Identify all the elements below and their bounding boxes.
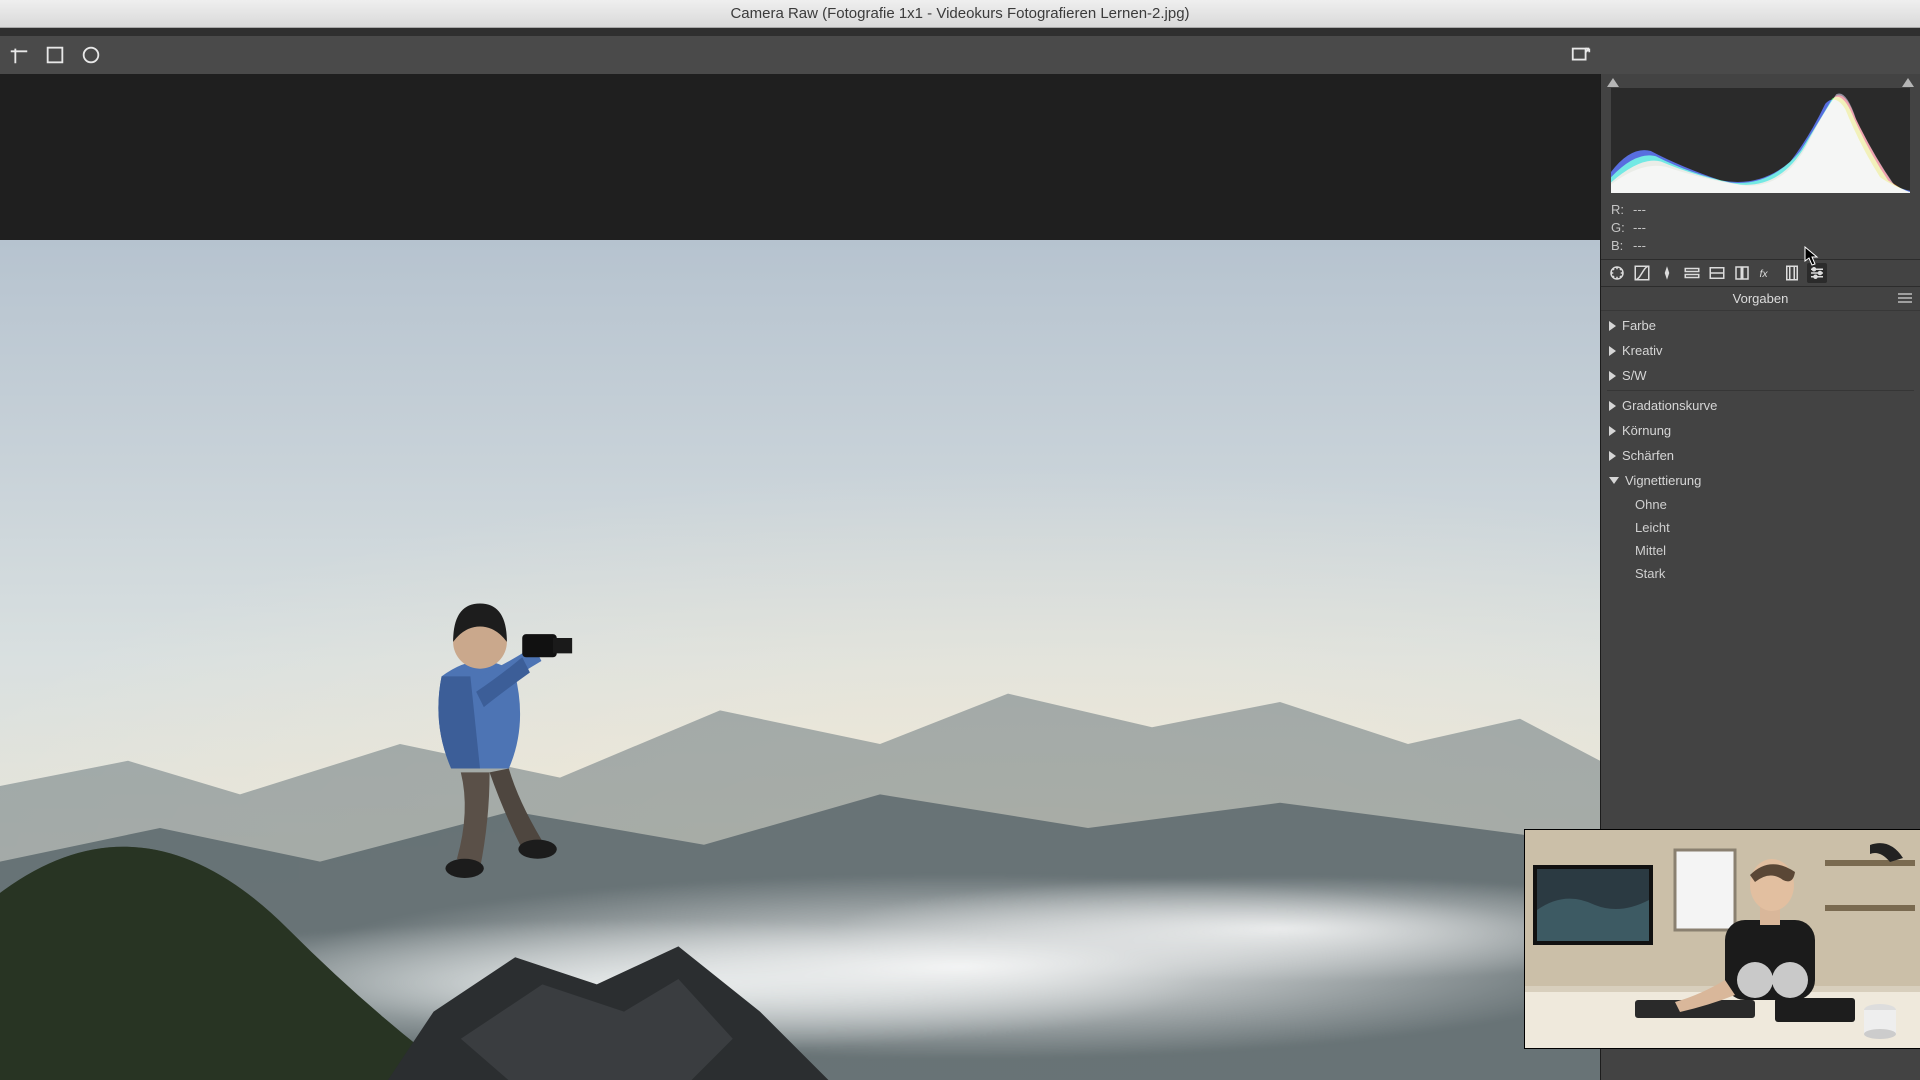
menu-strip bbox=[0, 28, 1920, 36]
webcam-overlay bbox=[1525, 830, 1920, 1048]
preset-group-label: Kreativ bbox=[1622, 343, 1662, 358]
window-title: Camera Raw (Fotografie 1x1 - Videokurs F… bbox=[730, 5, 1189, 22]
preset-item-leicht[interactable]: Leicht bbox=[1601, 516, 1920, 539]
shadow-clip-icon[interactable] bbox=[1607, 78, 1619, 87]
preset-item-mittel[interactable]: Mittel bbox=[1601, 539, 1920, 562]
highlight-clip-icon[interactable] bbox=[1902, 78, 1914, 87]
rgb-readout: R:--- G:--- B:--- bbox=[1601, 199, 1920, 259]
preset-group-label: S/W bbox=[1622, 368, 1647, 383]
rgb-b-label: B: bbox=[1611, 237, 1633, 255]
image-canvas[interactable] bbox=[0, 74, 1600, 1080]
rgb-b-value: --- bbox=[1633, 238, 1646, 253]
circle-view-icon[interactable] bbox=[80, 44, 102, 66]
rgb-g-value: --- bbox=[1633, 220, 1646, 235]
preset-group-label: Gradationskurve bbox=[1622, 398, 1717, 413]
fullscreen-toggle-icon[interactable] bbox=[1570, 44, 1592, 66]
photo-preview bbox=[0, 240, 1600, 1080]
preset-group-label: Vignettierung bbox=[1625, 473, 1701, 488]
svg-text:fx: fx bbox=[1760, 268, 1769, 280]
window-titlebar: Camera Raw (Fotografie 1x1 - Videokurs F… bbox=[0, 0, 1920, 28]
preset-group-sw[interactable]: S/W bbox=[1601, 363, 1920, 388]
tab-detail-icon[interactable] bbox=[1657, 263, 1677, 283]
preset-item-ohne[interactable]: Ohne bbox=[1601, 493, 1920, 516]
preset-group-gradationskurve[interactable]: Gradationskurve bbox=[1601, 393, 1920, 418]
preset-group-vignettierung[interactable]: Vignettierung bbox=[1601, 468, 1920, 493]
panel-title: Vorgaben bbox=[1601, 287, 1920, 311]
preset-item-stark[interactable]: Stark bbox=[1601, 562, 1920, 585]
tab-basic-icon[interactable] bbox=[1607, 263, 1627, 283]
preset-group-label: Körnung bbox=[1622, 423, 1671, 438]
preset-group-label: Farbe bbox=[1622, 318, 1656, 333]
histogram[interactable] bbox=[1601, 74, 1920, 199]
preset-group-label: Schärfen bbox=[1622, 448, 1674, 463]
panel-menu-icon[interactable] bbox=[1898, 293, 1912, 305]
tab-lens-icon[interactable] bbox=[1732, 263, 1752, 283]
panel-title-label: Vorgaben bbox=[1733, 291, 1789, 306]
tab-calibration-icon[interactable] bbox=[1782, 263, 1802, 283]
tab-split-icon[interactable] bbox=[1707, 263, 1727, 283]
preset-group-schaerfen[interactable]: Schärfen bbox=[1601, 443, 1920, 468]
rgb-g-label: G: bbox=[1611, 219, 1633, 237]
preset-group-farbe[interactable]: Farbe bbox=[1601, 313, 1920, 338]
single-view-icon[interactable] bbox=[44, 44, 66, 66]
rgb-r-label: R: bbox=[1611, 201, 1633, 219]
tab-fx-icon[interactable]: fx bbox=[1757, 263, 1777, 283]
panel-tabs: fx bbox=[1601, 259, 1920, 287]
preset-group-koernung[interactable]: Körnung bbox=[1601, 418, 1920, 443]
crop-icon[interactable] bbox=[8, 44, 30, 66]
tab-presets-icon[interactable] bbox=[1807, 263, 1827, 283]
top-toolbar bbox=[0, 36, 1920, 74]
tab-tonecurve-icon[interactable] bbox=[1632, 263, 1652, 283]
rgb-r-value: --- bbox=[1633, 202, 1646, 217]
preset-group-kreativ[interactable]: Kreativ bbox=[1601, 338, 1920, 363]
tab-hsl-icon[interactable] bbox=[1682, 263, 1702, 283]
